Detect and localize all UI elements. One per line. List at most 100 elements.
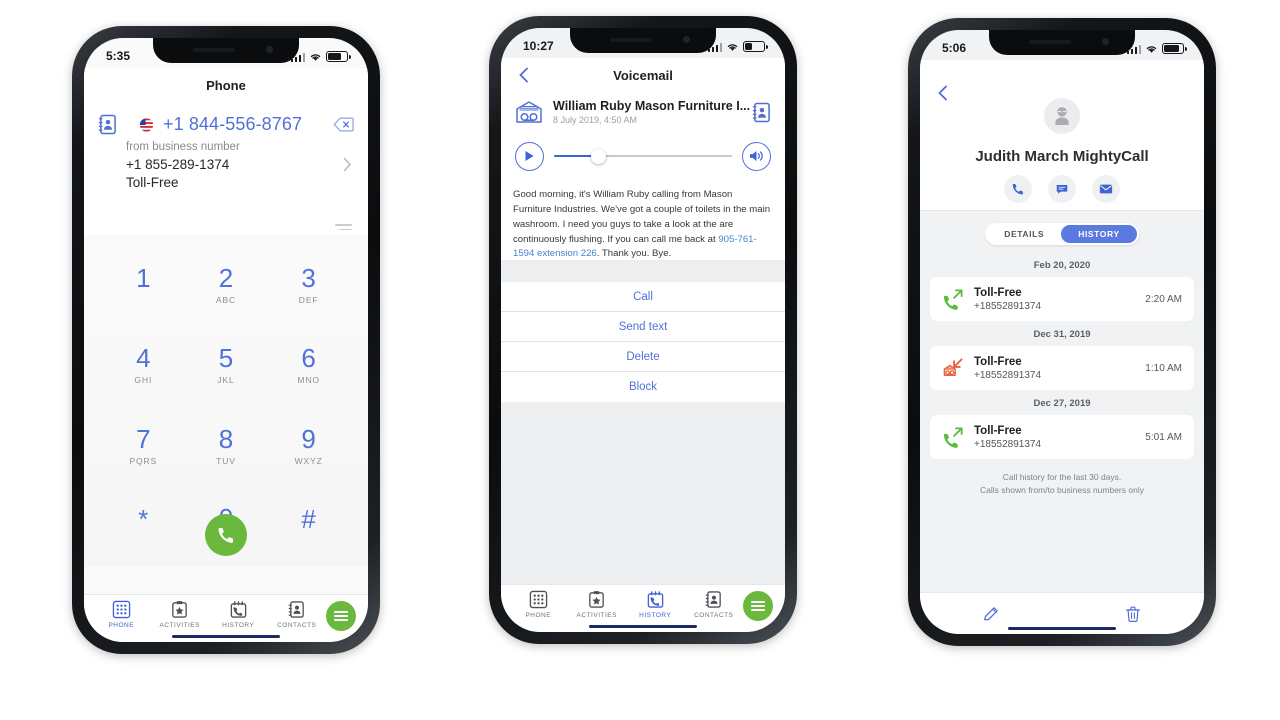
segment-details[interactable]: DETAILS — [987, 225, 1061, 243]
key-3[interactable]: 3 DEF — [267, 245, 350, 325]
action-call[interactable]: Call — [501, 282, 785, 312]
chevron-left-icon[interactable] — [515, 66, 533, 84]
segment-history[interactable]: HISTORY — [1061, 225, 1137, 243]
voicemail-transcript: Good morning, it's William Ruby calling … — [501, 180, 785, 273]
key-letters: JKL — [217, 375, 235, 386]
tab-history[interactable]: HISTORY — [626, 590, 685, 619]
action-block[interactable]: Block — [501, 372, 785, 402]
dialer-header: +1 844-556-8767 from business number +1 … — [84, 102, 368, 235]
status-indicators — [707, 40, 768, 52]
avatar — [1044, 98, 1080, 134]
email-action-button[interactable] — [1092, 175, 1120, 203]
key-5[interactable]: 5 JKL — [185, 325, 268, 405]
contact-book-icon[interactable] — [752, 102, 771, 123]
tab-phone[interactable]: PHONE — [92, 600, 151, 629]
tab-label: ACTIVITIES — [576, 612, 617, 619]
screen-contact-history: 5:06 Judith March MightyCall DETAILS HIS… — [920, 30, 1204, 634]
slider-thumb[interactable] — [591, 149, 607, 164]
keypad-icon — [529, 590, 547, 609]
phone-icon — [1012, 184, 1023, 195]
phone-device-dialer: 5:35 Phone +1 844-556-8767 from business… — [72, 26, 380, 654]
trash-icon[interactable] — [1124, 605, 1142, 623]
tab-history[interactable]: HISTORY — [209, 600, 268, 629]
drag-handle[interactable] — [335, 224, 352, 233]
contact-header: Judith March MightyCall — [920, 60, 1204, 210]
voicemail-header: William Ruby Mason Furniture I... 8 July… — [501, 92, 785, 132]
contact-actions — [920, 175, 1204, 203]
tab-phone[interactable]: PHONE — [509, 590, 568, 619]
play-button[interactable] — [515, 141, 544, 171]
tab-contacts[interactable]: CONTACTS — [268, 600, 327, 629]
tab-label: PHONE — [525, 612, 552, 619]
caller-name: Toll-Free — [974, 355, 1022, 368]
footnote-line-1: Call history for the last 30 days. — [1002, 472, 1122, 482]
call-time: 2:20 AM — [1145, 293, 1182, 305]
battery-icon — [1162, 43, 1187, 54]
calendar-phone-icon — [230, 601, 247, 618]
contact-book-icon — [705, 591, 722, 608]
day-label: Dec 31, 2019 — [1033, 329, 1091, 340]
key-star[interactable]: * — [102, 486, 185, 566]
volume-button[interactable] — [742, 141, 771, 171]
message-action-button[interactable] — [1048, 175, 1076, 203]
status-time: 10:27 — [523, 39, 554, 53]
voicemail-player — [501, 132, 785, 180]
menu-fab-button[interactable] — [326, 601, 356, 631]
history-footnote: Call history for the last 30 days. Calls… — [930, 459, 1194, 497]
key-hash[interactable]: # — [267, 486, 350, 566]
chevron-right-icon — [343, 157, 352, 172]
earpiece-speaker — [610, 38, 652, 42]
tab-label: HISTORY — [639, 612, 672, 619]
battery-icon — [326, 51, 351, 62]
earpiece-speaker — [193, 48, 235, 52]
speaker-icon — [749, 150, 763, 162]
table-row[interactable]: Toll-Free +18552891374 2:20 AM — [930, 277, 1194, 321]
page-title: Phone — [206, 77, 246, 93]
call-button[interactable] — [205, 514, 247, 556]
status-indicators — [290, 50, 351, 62]
voicemail-meta: William Ruby Mason Furniture I... 8 July… — [553, 99, 752, 125]
pencil-icon[interactable] — [982, 605, 1000, 623]
battery-icon — [743, 41, 768, 52]
key-digit: 6 — [301, 343, 316, 374]
message-icon — [1056, 185, 1068, 194]
tab-activities[interactable]: ACTIVITIES — [568, 590, 627, 619]
call-action-button[interactable] — [1004, 175, 1032, 203]
key-6[interactable]: 6 MNO — [267, 325, 350, 405]
from-business-number-block[interactable]: from business number +1 855-289-1374 Tol… — [84, 135, 368, 192]
playback-slider[interactable] — [554, 148, 732, 164]
slider-progress — [554, 155, 597, 157]
action-delete[interactable]: Delete — [501, 342, 785, 372]
screenshot-stage: 5:35 Phone +1 844-556-8767 from business… — [0, 0, 1280, 720]
tab-label: ACTIVITIES — [159, 622, 200, 629]
key-letters: WXYZ — [294, 455, 323, 466]
key-letters: MNO — [297, 375, 320, 386]
chevron-left-icon[interactable] — [934, 84, 952, 102]
key-digit: # — [301, 503, 316, 534]
nav-bar-voicemail: Voicemail — [501, 58, 785, 92]
backspace-icon[interactable] — [333, 117, 354, 132]
voicemail-actions: Call Send text Delete Block — [501, 282, 785, 402]
key-1[interactable]: 1 — [102, 245, 185, 325]
key-7[interactable]: 7 PQRS — [102, 406, 185, 486]
tab-contacts[interactable]: CONTACTS — [685, 590, 744, 619]
mail-icon — [1099, 184, 1113, 194]
keypad-icon — [112, 600, 130, 619]
tab-activities[interactable]: ACTIVITIES — [151, 600, 210, 629]
transcript-text-2: . Thank you. Bye. — [596, 248, 672, 260]
key-9[interactable]: 9 WXYZ — [267, 406, 350, 486]
key-digit: * — [138, 503, 149, 534]
table-row[interactable]: Toll-Free +18552891374 5:01 AM — [930, 415, 1194, 459]
divider — [920, 210, 1204, 211]
key-8[interactable]: 8 TUV — [185, 406, 268, 486]
key-digit: 9 — [301, 423, 316, 454]
table-row[interactable]: Toll-Free +18552891374 1:10 AM — [930, 346, 1194, 390]
menu-fab-button[interactable] — [743, 591, 773, 621]
contact-book-icon[interactable] — [98, 114, 117, 135]
key-4[interactable]: 4 GHI — [102, 325, 185, 405]
action-send-text[interactable]: Send text — [501, 312, 785, 342]
key-2[interactable]: 2 ABC — [185, 245, 268, 325]
outgoing-call-icon — [943, 427, 963, 448]
from-number: +1 855-289-1374 — [126, 157, 230, 172]
footnote-line-2: Calls shown from/to business numbers onl… — [980, 485, 1144, 496]
